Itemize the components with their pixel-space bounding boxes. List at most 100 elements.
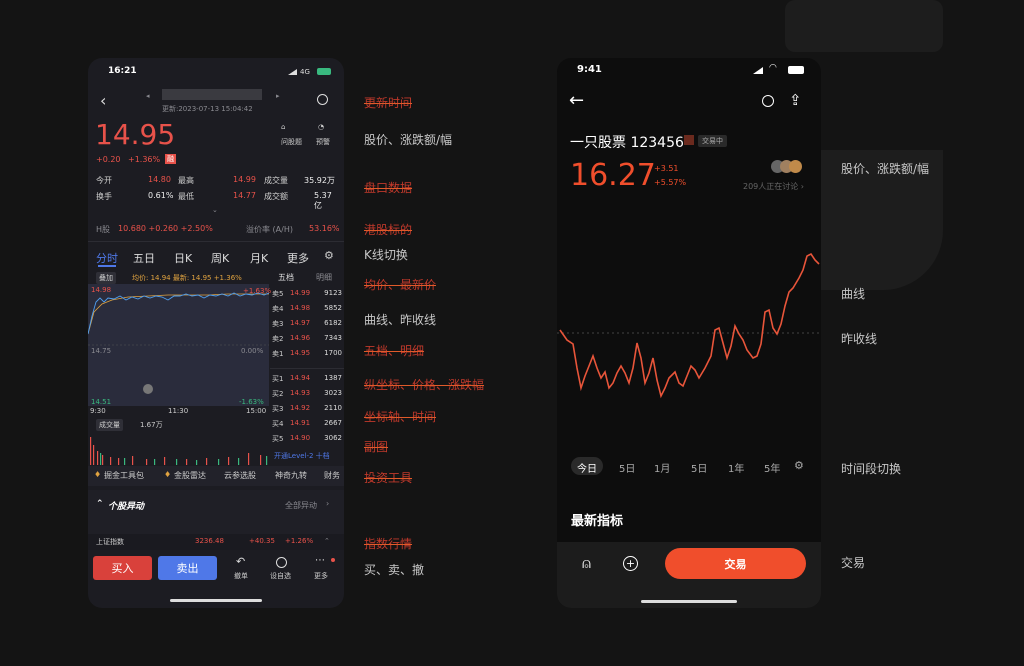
tab-week-k[interactable]: 周K bbox=[211, 250, 229, 266]
notification-dot bbox=[331, 558, 335, 562]
tool-item[interactable]: 金股雷达 bbox=[174, 470, 206, 481]
watchlist-label[interactable]: 设自选 bbox=[270, 571, 291, 581]
avg-price-info: 均价: 14.94 最新: 14.95 +1.36% bbox=[132, 274, 242, 282]
buy-button[interactable]: 买入 bbox=[93, 556, 152, 580]
chevron-right-icon[interactable]: › bbox=[326, 499, 329, 508]
period-1m[interactable]: 1月 bbox=[654, 460, 670, 475]
avatar bbox=[789, 160, 802, 173]
index-pct: +1.26% bbox=[285, 537, 314, 545]
axis-time-start: 9:30 bbox=[90, 407, 106, 415]
expand-chevron-icon[interactable]: ⌄ bbox=[212, 206, 218, 214]
home-indicator bbox=[170, 599, 262, 602]
price-change: +3.51 bbox=[654, 164, 679, 173]
add-icon[interactable]: + bbox=[623, 556, 638, 571]
settings-gear-icon[interactable]: ⚙ bbox=[324, 249, 334, 262]
next-stock-icon[interactable]: ▸ bbox=[276, 92, 280, 100]
prev-stock-icon[interactable]: ◂ bbox=[146, 92, 150, 100]
axis-time-end: 15:00 bbox=[246, 407, 267, 415]
chevron-up-icon[interactable]: ⌃ bbox=[96, 499, 104, 509]
tab-more[interactable]: 更多 bbox=[287, 250, 309, 266]
price-change-pct: +1.36% bbox=[128, 155, 161, 164]
volume-selector[interactable]: 成交量 bbox=[96, 419, 123, 431]
annotation-index: 指数行情 bbox=[364, 537, 413, 551]
trading-status-tag: 交易中 bbox=[698, 135, 727, 147]
tab-5day[interactable]: 五日 bbox=[133, 250, 155, 266]
alert-bell-icon[interactable]: ◔ bbox=[318, 123, 324, 131]
tool-item[interactable]: 神奇九转 bbox=[275, 470, 307, 481]
search-icon[interactable] bbox=[317, 94, 328, 105]
divider bbox=[270, 368, 344, 369]
undo-icon[interactable]: ↶ bbox=[236, 555, 245, 568]
annotation-update-time: 更新时间 bbox=[364, 96, 413, 110]
annotation-trade: 交易 bbox=[841, 556, 866, 570]
margin-badge: 融 bbox=[165, 154, 176, 164]
ask-stock-icon[interactable]: ⌂ bbox=[281, 123, 285, 131]
settings-gear-icon[interactable]: ⚙ bbox=[794, 459, 804, 472]
tab-detail[interactable]: 明细 bbox=[316, 272, 332, 283]
watchlist-icon[interactable] bbox=[276, 557, 287, 568]
diamond-icon: ♦ bbox=[164, 470, 172, 479]
alert-label[interactable]: 预警 bbox=[316, 137, 330, 147]
annotation-price: 股价、涨跌额/幅 bbox=[364, 133, 453, 147]
overlay-button[interactable]: 叠加 bbox=[96, 272, 116, 284]
stock-price: 16.27 bbox=[570, 158, 656, 193]
period-5d-alt[interactable]: 5日 bbox=[691, 460, 707, 475]
price-change: +0.20 bbox=[96, 155, 121, 164]
more-dots-icon[interactable]: ⋯ bbox=[315, 555, 325, 566]
status-time: 16:21 bbox=[108, 66, 137, 76]
tab-five-level[interactable]: 五档 bbox=[278, 272, 294, 283]
axis-bottom-pct: -1.63% bbox=[239, 398, 264, 406]
profile-icon[interactable]: ⍝ bbox=[582, 554, 591, 572]
annotation-sub-chart: 副图 bbox=[364, 440, 389, 454]
battery-icon bbox=[317, 68, 331, 75]
hk-label: H股 bbox=[96, 225, 111, 234]
axis-mid-pct: 0.00% bbox=[241, 347, 264, 355]
bid-list: 买1 14.94 1387 买2 14.93 3023 买3 14.92 2110 买4 14… bbox=[272, 374, 342, 443]
tool-item[interactable]: 云参选股 bbox=[224, 470, 256, 481]
tool-item[interactable]: 财务 bbox=[324, 470, 340, 481]
hk-quote[interactable]: 10.680 +0.260 +2.50% bbox=[118, 224, 213, 233]
more-label[interactable]: 更多 bbox=[314, 571, 328, 581]
discussion-count[interactable]: 209人正在讨论 › bbox=[743, 181, 804, 192]
tab-underline bbox=[98, 265, 116, 267]
annotation-k-switch: K线切换 bbox=[364, 248, 408, 262]
annotation-tools: 投资工具 bbox=[364, 471, 413, 485]
period-5y[interactable]: 5年 bbox=[764, 460, 780, 475]
tab-month-k[interactable]: 月K bbox=[250, 250, 268, 266]
price-change-pct: +5.57% bbox=[654, 178, 687, 187]
period-today[interactable]: 今日 bbox=[577, 460, 597, 475]
trade-button[interactable]: 交易 bbox=[665, 548, 806, 579]
tab-intraday[interactable]: 分时 bbox=[96, 250, 118, 266]
back-arrow-icon[interactable]: ‹ bbox=[100, 91, 106, 110]
ask-list: 卖5 14.99 9123 卖4 14.98 5852 卖3 14.97 6182 卖2 14… bbox=[272, 289, 342, 358]
sell-button[interactable]: 卖出 bbox=[158, 556, 217, 580]
left-phone-screen: 16:21 4G ‹ ◂ ▸ 更新:2023-07-13 15:04:42 14… bbox=[88, 58, 344, 608]
tool-item[interactable]: 掘金工具包 bbox=[104, 470, 144, 481]
premium-value: 53.16% bbox=[309, 224, 340, 233]
intraday-chart-area bbox=[88, 284, 269, 406]
annotation-curve: 曲线、昨收线 bbox=[364, 313, 437, 327]
share-icon[interactable]: ⇪ bbox=[789, 91, 802, 109]
period-5d[interactable]: 5日 bbox=[619, 460, 635, 475]
chart-loading-icon bbox=[143, 384, 153, 394]
annotation-book: 五档、明细 bbox=[364, 344, 425, 358]
update-time: 更新:2023-07-13 15:04:42 bbox=[162, 105, 253, 113]
tab-day-k[interactable]: 日K bbox=[174, 250, 192, 266]
level2-link[interactable]: 开通Level-2 十档 bbox=[274, 451, 330, 461]
period-1y[interactable]: 1年 bbox=[728, 460, 744, 475]
premium-label: 溢价率 (A/H) bbox=[246, 225, 293, 234]
index-change: +40.35 bbox=[249, 537, 275, 545]
battery-icon bbox=[788, 66, 804, 74]
collapse-icon[interactable]: ⌃ bbox=[324, 537, 330, 545]
ask-stock-label[interactable]: 问股题 bbox=[281, 137, 302, 147]
index-value: 3236.48 bbox=[195, 537, 224, 545]
cancel-order-label[interactable]: 撤单 bbox=[234, 571, 248, 581]
section-more-link[interactable]: 全部异动 bbox=[285, 500, 317, 511]
annotation-prev-close: 昨收线 bbox=[841, 332, 878, 346]
back-arrow-icon[interactable]: ← bbox=[569, 90, 584, 111]
axis-bottom-price: 14.51 bbox=[91, 398, 112, 406]
annotation-hk: 港股标的 bbox=[364, 223, 413, 237]
investment-toolbar: ♦ 掘金工具包 ♦ 金股雷达 云参选股 神奇九转 财务 bbox=[88, 466, 344, 486]
index-name: 上证指数 bbox=[96, 538, 124, 546]
search-icon[interactable] bbox=[762, 95, 774, 107]
